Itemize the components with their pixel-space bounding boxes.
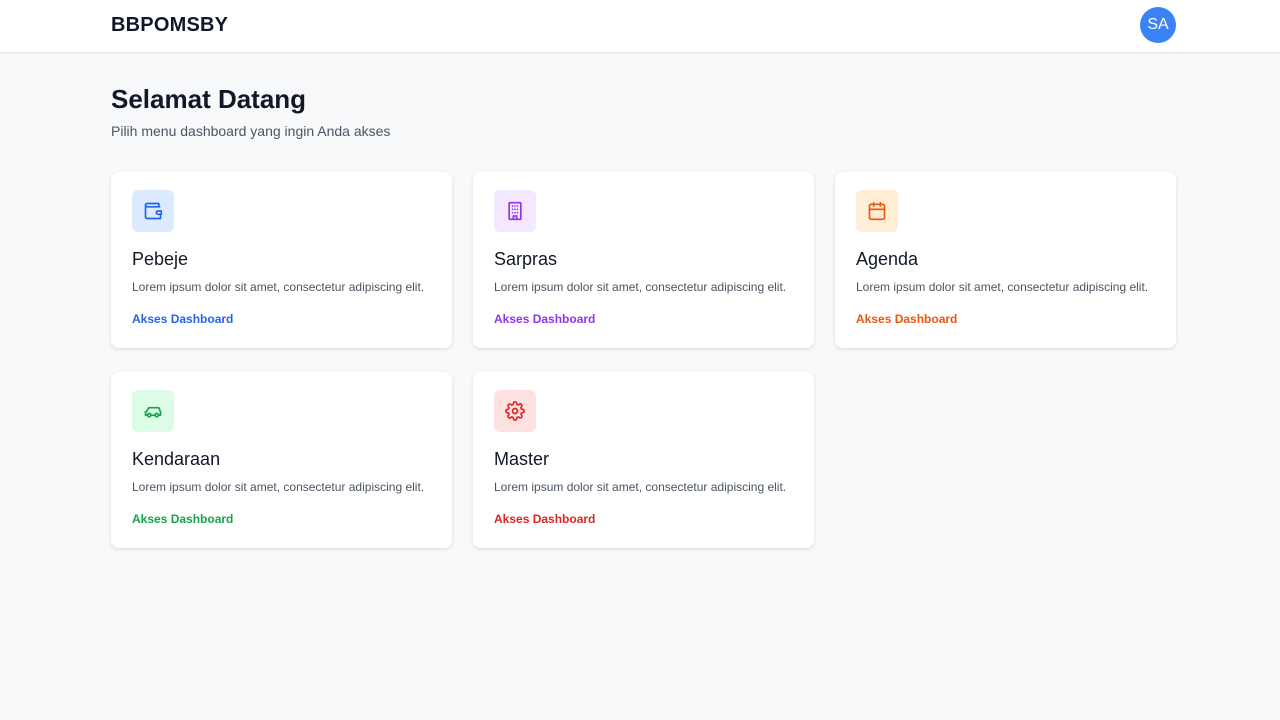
card-title: Kendaraan bbox=[132, 449, 221, 469]
card-title: Agenda bbox=[856, 249, 919, 269]
card-description: Lorem ipsum dolor sit amet, consectetur … bbox=[494, 480, 787, 494]
card-description: Lorem ipsum dolor sit amet, consectetur … bbox=[132, 480, 425, 494]
card-description: Lorem ipsum dolor sit amet, consectetur … bbox=[494, 280, 787, 294]
car-icon bbox=[144, 406, 162, 418]
akses-dashboard-link[interactable]: Akses Dashboard bbox=[132, 312, 233, 326]
card-pebeje: Pebeje Lorem ipsum dolor sit amet, conse… bbox=[111, 172, 452, 348]
card-title: Pebeje bbox=[132, 249, 189, 269]
brand-logo[interactable]: BBPOMSBY bbox=[111, 14, 228, 37]
akses-dashboard-link[interactable]: Akses Dashboard bbox=[494, 312, 595, 326]
gear-icon bbox=[505, 401, 525, 421]
akses-dashboard-link[interactable]: Akses Dashboard bbox=[132, 512, 233, 526]
akses-dashboard-link[interactable]: Akses Dashboard bbox=[494, 512, 595, 526]
card-kendaraan: Kendaraan Lorem ipsum dolor sit amet, co… bbox=[111, 372, 452, 548]
page-title: Selamat Datang bbox=[111, 84, 307, 114]
akses-dashboard-link[interactable]: Akses Dashboard bbox=[856, 312, 957, 326]
card-agenda: Agenda Lorem ipsum dolor sit amet, conse… bbox=[835, 172, 1176, 348]
user-avatar[interactable]: SA bbox=[1140, 7, 1176, 43]
page-subtitle: Pilih menu dashboard yang ingin Anda aks… bbox=[111, 123, 391, 139]
card-sarpras: Sarpras Lorem ipsum dolor sit amet, cons… bbox=[473, 172, 814, 348]
card-icon-box bbox=[856, 190, 898, 232]
card-master: Master Lorem ipsum dolor sit amet, conse… bbox=[473, 372, 814, 548]
card-description: Lorem ipsum dolor sit amet, consectetur … bbox=[856, 280, 1149, 294]
card-icon-box bbox=[132, 390, 174, 432]
card-description: Lorem ipsum dolor sit amet, consectetur … bbox=[132, 280, 425, 294]
card-title: Sarpras bbox=[494, 249, 558, 269]
top-navbar: BBPOMSBY SA bbox=[0, 0, 1280, 53]
card-title: Master bbox=[494, 449, 550, 469]
card-icon-box bbox=[494, 190, 536, 232]
card-icon-box bbox=[494, 390, 536, 432]
wallet-icon bbox=[144, 202, 163, 220]
building-icon bbox=[508, 201, 522, 221]
calendar-icon bbox=[868, 201, 886, 221]
card-icon-box bbox=[132, 190, 174, 232]
